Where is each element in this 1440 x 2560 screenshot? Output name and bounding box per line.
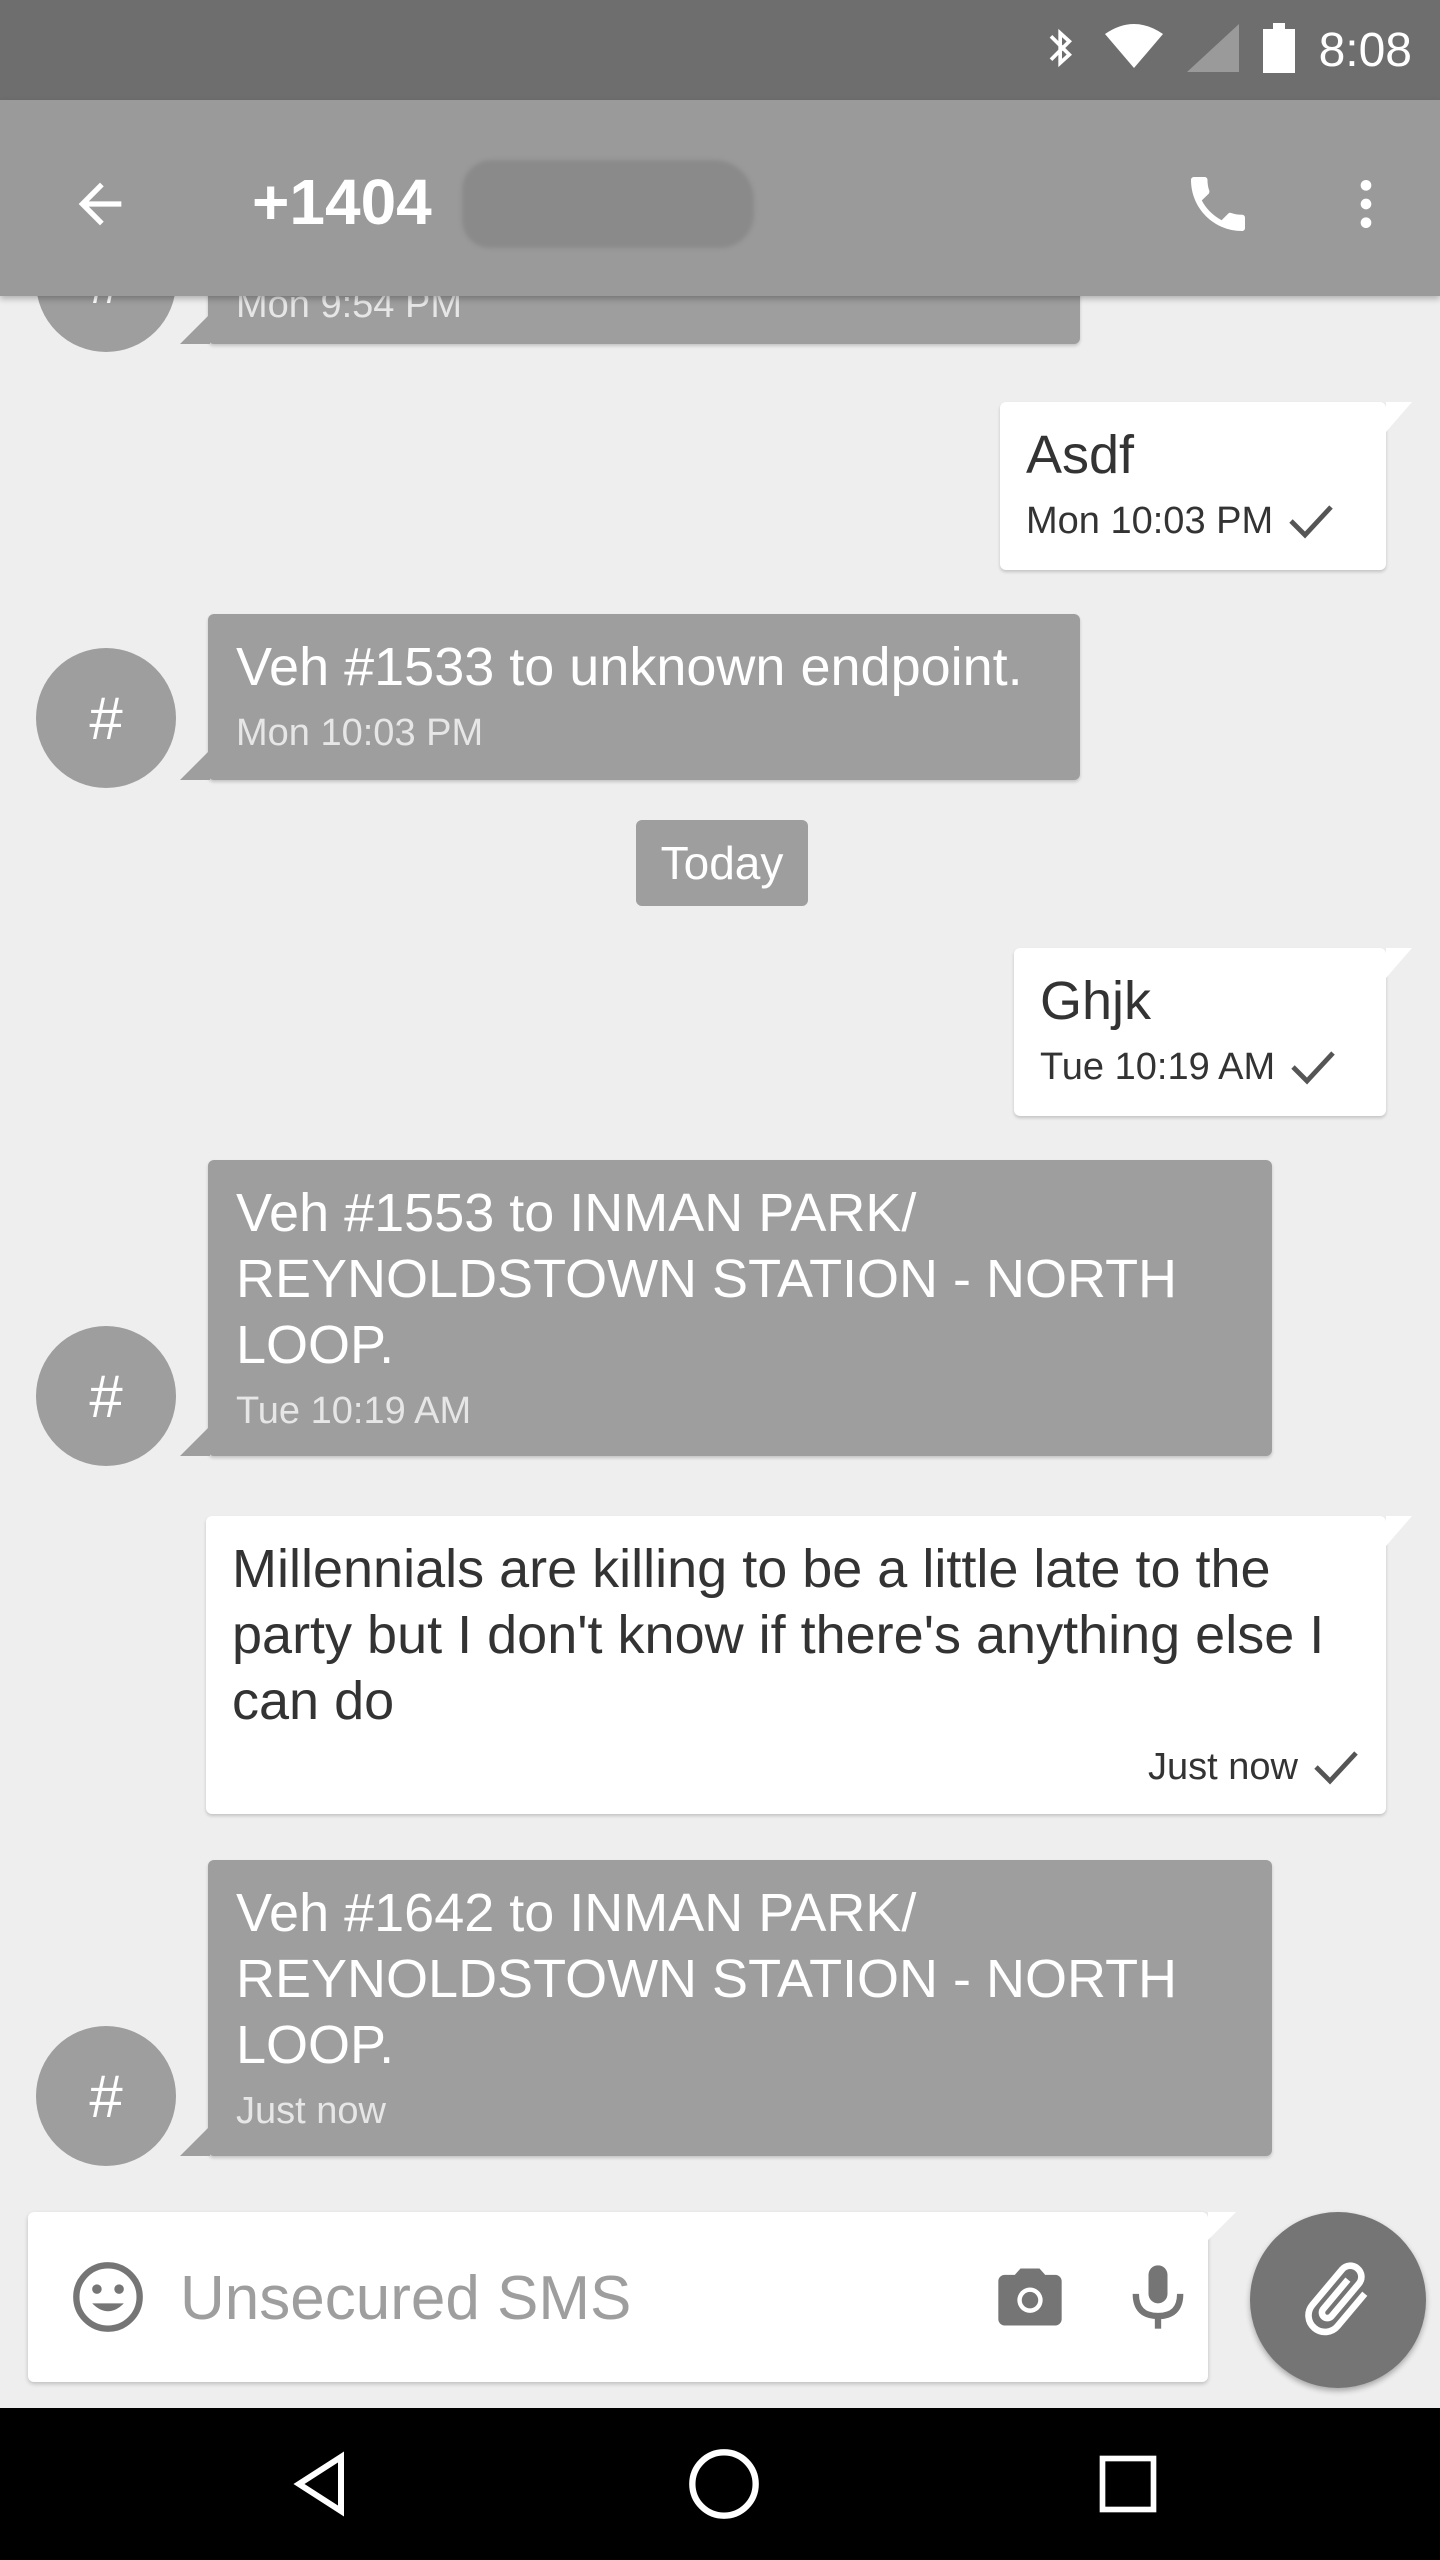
message-text: Veh #1642 to INMAN PARK/ REYNOLDSTOWN ST…	[236, 1883, 1178, 2075]
outgoing-message[interactable]: Asdf Mon 10:03 PM	[1000, 402, 1386, 570]
contact-avatar[interactable]: #	[36, 1326, 176, 1466]
message-text: Asdf	[1026, 425, 1135, 485]
more-options-button[interactable]	[1318, 156, 1414, 252]
date-divider: Today	[636, 820, 808, 906]
message-timestamp: Tue 10:19 AM	[236, 1390, 472, 1432]
bubble-tail	[180, 1426, 210, 1456]
emoji-button[interactable]	[68, 2257, 148, 2337]
status-time: 8:08	[1318, 23, 1412, 77]
contact-avatar[interactable]: #	[36, 648, 176, 788]
more-vert-icon	[1360, 180, 1372, 228]
conversation-screen: 8:08 +1404 # Mon 9:54 PM Asdf Mon 10:03 …	[0, 0, 1440, 2560]
mic-button[interactable]	[1118, 2257, 1198, 2337]
bubble-tail	[180, 2126, 210, 2156]
nav-home-icon	[689, 2449, 759, 2519]
message-timestamp: Tue 10:19 AM	[1040, 1046, 1276, 1088]
delivered-check-icon	[1291, 1051, 1335, 1085]
status-bar: 8:08	[0, 0, 1440, 100]
nav-back-icon	[293, 2451, 344, 2517]
system-nav-bar	[0, 2408, 1440, 2560]
incoming-message[interactable]: Veh #1553 to INMAN PARK/ REYNOLDSTOWN ST…	[208, 1160, 1272, 1456]
phone-icon	[1191, 177, 1245, 231]
app-bar: +1404	[0, 100, 1440, 296]
incoming-message[interactable]: Veh #1642 to INMAN PARK/ REYNOLDSTOWN ST…	[208, 1860, 1272, 2156]
nav-recents-button[interactable]	[1080, 2436, 1176, 2532]
bubble-tail	[180, 750, 210, 780]
bubble-tail	[1386, 948, 1412, 978]
message-timestamp: Mon 10:03 PM	[1026, 500, 1274, 542]
contact-avatar[interactable]: #	[36, 2026, 176, 2166]
sms-input[interactable]	[178, 2252, 942, 2344]
wifi-icon	[1104, 23, 1163, 77]
outgoing-message[interactable]: Millennials are killing to be a little l…	[206, 1516, 1386, 1814]
composer-tail	[1208, 2212, 1236, 2240]
outgoing-message[interactable]: Ghjk Tue 10:19 AM	[1014, 948, 1386, 1116]
message-text: Veh #1533 to unknown endpoint.	[236, 637, 1023, 697]
camera-icon	[998, 2268, 1062, 2326]
redacted-number	[462, 160, 754, 248]
message-composer	[28, 2212, 1208, 2382]
message-status-row: Just now	[232, 1742, 1360, 1792]
nav-home-button[interactable]	[676, 2436, 772, 2532]
camera-button[interactable]	[990, 2257, 1070, 2337]
signal-icon	[1186, 23, 1239, 77]
bubble-tail	[1386, 1516, 1412, 1546]
call-button[interactable]	[1170, 156, 1266, 252]
message-text: Veh #1553 to INMAN PARK/ REYNOLDSTOWN ST…	[236, 1183, 1178, 1375]
message-timestamp: Mon 10:03 PM	[236, 712, 484, 754]
emoji-icon	[73, 2262, 143, 2332]
arrow-back-icon	[78, 182, 122, 226]
mic-icon	[1132, 2265, 1184, 2329]
message-timestamp: Just now	[236, 2090, 386, 2132]
incoming-message[interactable]: Veh #1533 to unknown endpoint. Mon 10:03…	[208, 614, 1080, 780]
bluetooth-icon	[1041, 24, 1081, 77]
paperclip-icon	[1305, 2262, 1368, 2336]
battery-icon	[1262, 22, 1295, 78]
nav-back-button[interactable]	[272, 2436, 368, 2532]
status-icons: 8:08	[1041, 0, 1412, 100]
delivered-check-icon	[1314, 1751, 1358, 1785]
delivered-check-icon	[1289, 505, 1333, 539]
nav-recents-icon	[1099, 2455, 1157, 2513]
message-timestamp: Just now	[1148, 1746, 1298, 1788]
bubble-tail	[180, 314, 210, 344]
attach-button[interactable]	[1250, 2212, 1426, 2388]
message-text: Millennials are killing to be a little l…	[232, 1539, 1325, 1731]
message-status-row: Tue 10:19 AM	[1040, 1042, 1360, 1092]
bubble-tail	[1386, 402, 1412, 432]
message-status-row: Mon 10:03 PM	[1026, 496, 1360, 546]
message-text: Ghjk	[1040, 971, 1152, 1031]
contact-title: +1404	[252, 166, 432, 238]
back-button[interactable]	[52, 156, 148, 252]
